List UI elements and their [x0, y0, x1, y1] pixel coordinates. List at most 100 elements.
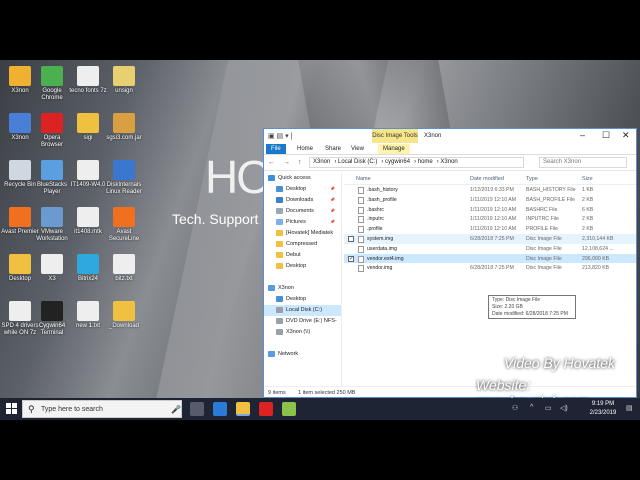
minimize-button[interactable]: –	[580, 130, 585, 140]
tab-file[interactable]: File	[266, 144, 286, 154]
desktop-icon-image	[9, 254, 31, 274]
volume-icon[interactable]: ◁)	[560, 404, 568, 412]
nav-item-label: Downloads	[286, 197, 314, 203]
desktop-icon-label: _Download	[108, 323, 140, 329]
nav-pane-item[interactable]: Documents 📌	[264, 206, 341, 217]
desktop-icon[interactable]: tecno fonts 7z	[68, 66, 108, 95]
address-bar[interactable]: X3non › Local Disk (C:) › cygwin64 › home › …	[309, 157, 524, 168]
nav-pane-item[interactable]: Desktop 📌	[264, 184, 341, 195]
nav-pane-item[interactable]: DVD Drive (E:) NFS-	[264, 316, 341, 327]
task-view-icon[interactable]	[190, 402, 204, 416]
opera-icon[interactable]	[259, 402, 273, 416]
tray-overflow-icon[interactable]: ^	[530, 404, 533, 411]
breadcrumb-item[interactable]: Local Disk (C:)	[338, 159, 377, 165]
breadcrumb-item[interactable]: home	[418, 159, 433, 165]
navigation-arrows[interactable]: ← → ↑	[268, 159, 304, 166]
file-row[interactable]: .bash_history 1/12/2019 6:33 PM BASH_HISTO…	[344, 185, 636, 195]
nav-pane-item[interactable]: Desktop	[264, 294, 341, 305]
start-button[interactable]	[6, 403, 17, 414]
desktop-icon[interactable]: Bitrix24	[68, 254, 108, 283]
desktop-icon-label: Opera Browser	[40, 135, 63, 148]
wallpaper-brand: HO	[205, 151, 272, 203]
file-type: Disc Image File	[526, 245, 562, 252]
notification-icon[interactable]: ▤	[626, 404, 633, 412]
tab-view[interactable]: View	[346, 144, 369, 154]
tab-manage[interactable]: Manage	[378, 144, 410, 154]
desktop-icon[interactable]: _Download	[104, 301, 144, 330]
column-date[interactable]: Date modified	[470, 176, 504, 182]
notepad-plus-icon[interactable]	[282, 402, 296, 416]
network-icon[interactable]: ▭	[545, 404, 552, 412]
microphone-icon[interactable]: 🎤	[171, 405, 181, 414]
nav-pane-item[interactable]: Quick access	[264, 173, 341, 184]
desktop-icon[interactable]: X3	[32, 254, 72, 283]
desktop-icon[interactable]: unsign	[104, 66, 144, 95]
file-name: vendor.img	[367, 265, 393, 272]
nav-pane-item[interactable]: [Hovatek] Mediatek	[264, 228, 341, 239]
file-explorer-icon[interactable]	[236, 402, 250, 416]
search-input[interactable]: Search X3non	[539, 157, 627, 168]
file-row[interactable]: .inputrc 1/11/2019 12:10 AM INPUTRC File 2 …	[344, 214, 636, 224]
nav-pane-item[interactable]: Downloads 📌	[264, 195, 341, 206]
desktop-icon[interactable]: Avast SecureLine	[104, 207, 144, 243]
file-row[interactable]: system.img 6/28/2018 7:25 PM Disc Image Fi…	[344, 233, 636, 244]
desktop-icon[interactable]: Cygwin64 Terminal	[32, 301, 72, 337]
pin-icon[interactable]: 📌	[330, 219, 335, 224]
desktop-icon[interactable]: bitz.txt	[104, 254, 144, 283]
row-checkbox[interactable]	[348, 235, 354, 242]
column-size[interactable]: Size	[582, 176, 593, 182]
desktop-icon[interactable]: it1408.mtk	[68, 207, 108, 236]
nav-item-icon	[268, 351, 275, 357]
desktop-icon[interactable]: Google Chrome	[32, 66, 72, 102]
file-row[interactable]: userdata.img Disc Image File 12,108,624 ..…	[344, 244, 636, 254]
tab-share[interactable]: Share	[320, 144, 346, 154]
row-checkbox[interactable]	[348, 255, 354, 262]
file-size: 1 KB	[582, 187, 594, 193]
file-row[interactable]: vendor.img 6/28/2018 7:25 PM Disc Image Fi…	[344, 263, 636, 273]
desktop-icon[interactable]: DiskInternals Linux Reader	[104, 160, 144, 196]
pin-icon[interactable]: 📌	[330, 197, 335, 202]
clock[interactable]: 9:19 PM 2/23/2019	[585, 400, 621, 418]
nav-pane-item[interactable]: Local Disk (C:)	[264, 305, 341, 316]
nav-pane-item[interactable]: Pictures 📌	[264, 217, 341, 228]
close-button[interactable]: ✕	[622, 130, 630, 141]
column-name[interactable]: Name	[356, 176, 371, 182]
breadcrumb-item[interactable]: X3non	[313, 159, 330, 165]
nav-pane-item[interactable]: X3non (\\)	[264, 327, 341, 338]
file-row[interactable]: .bash_profile 1/11/2019 12:10 AM BASH_PROF…	[344, 195, 636, 205]
desktop-icon[interactable]: new 1.txt	[68, 301, 108, 330]
maximize-button[interactable]: ☐	[602, 130, 610, 141]
desktop-icon-label: VMware Workstation	[36, 229, 68, 242]
desktop-icon[interactable]: VMware Workstation	[32, 207, 72, 243]
nav-pane-item[interactable]: Network	[264, 349, 341, 360]
desktop-icon[interactable]: IT1409-W4.0	[68, 160, 108, 189]
edge-icon[interactable]	[213, 402, 227, 416]
nav-pane-item[interactable]: Compressed	[264, 239, 341, 250]
nav-item-label: Pictures	[286, 219, 306, 225]
desktop-icon[interactable]: sigi	[68, 113, 108, 142]
tab-home[interactable]: Home	[292, 144, 318, 154]
file-row[interactable]: .profile 1/11/2019 12:10 AM PROFILE File 2 …	[344, 224, 636, 234]
breadcrumb-item[interactable]: X3non	[440, 159, 457, 165]
file-row[interactable]: .bashrc 1/11/2019 12:10 AM BASHRC File 6 KB	[344, 205, 636, 215]
file-row[interactable]: vendor.ext4.img Disc Image File 296,000 KB	[344, 253, 636, 264]
breadcrumb-item[interactable]: cygwin64	[385, 159, 410, 165]
nav-pane-item[interactable]: Desktop	[264, 261, 341, 272]
pin-icon[interactable]: 📌	[330, 186, 335, 191]
nav-pane-item[interactable]: Debut	[264, 250, 341, 261]
desktop-icon[interactable]: BlueStacks Player	[32, 160, 72, 196]
nav-item-label: Documents	[286, 208, 314, 214]
nav-item-label: Debut	[286, 252, 301, 258]
desktop-icon-image	[9, 160, 31, 180]
desktop-icon[interactable]: sgsi3.com.jar	[104, 113, 144, 142]
taskbar-search[interactable]: ⚲ Type here to search 🎤	[22, 400, 182, 418]
nav-item-label: [Hovatek] Mediatek	[286, 230, 334, 236]
file-icon	[358, 216, 364, 224]
pin-icon[interactable]: 📌	[330, 208, 335, 213]
quick-access-toolbar[interactable]: ▣ ▤ ▾ |	[268, 132, 292, 140]
column-type[interactable]: Type	[526, 176, 538, 182]
desktop-icon[interactable]: Opera Browser	[32, 113, 72, 149]
people-icon[interactable]: ⚇	[512, 404, 518, 412]
file-size: 2 KB	[582, 216, 594, 223]
nav-pane-item[interactable]: X3non	[264, 283, 341, 294]
